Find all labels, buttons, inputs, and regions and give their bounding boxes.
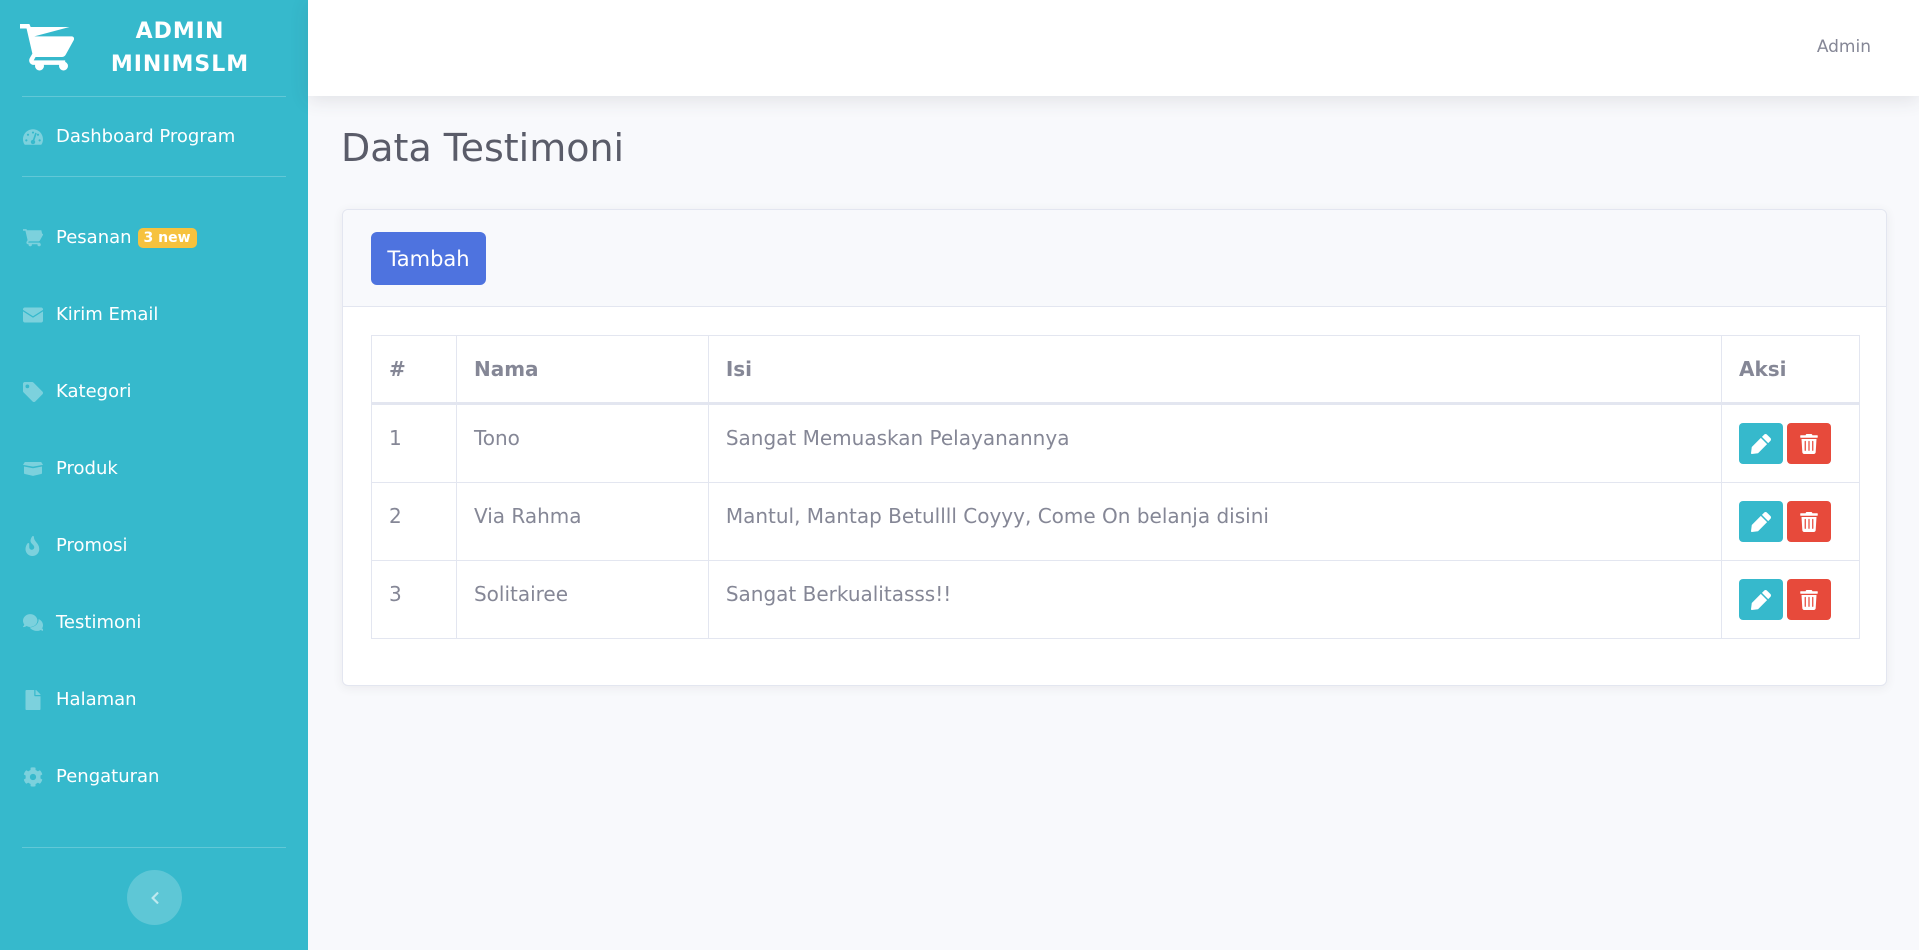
sidebar-item-testimoni[interactable]: Testimoni (0, 584, 308, 661)
new-orders-badge: 3 new (137, 227, 197, 248)
brand-line-1: ADMIN (135, 19, 225, 44)
box-icon (23, 459, 43, 479)
pencil-icon (1750, 433, 1771, 454)
tachometer-icon (23, 127, 43, 147)
column-header-isi: Isi (707, 335, 1722, 405)
testimoni-table: # Nama Isi Aksi 1 Tono Sangat Memuaskan … (371, 335, 1861, 639)
sidebar-item-produk[interactable]: Produk (0, 430, 308, 507)
sidebar-item-label: Kategori (56, 381, 132, 402)
cell-nama: Via Rahma (455, 482, 709, 561)
trash-icon (1800, 511, 1818, 532)
brand-line-2: MINIMSLM (110, 52, 250, 77)
edit-button[interactable] (1738, 423, 1783, 464)
pencil-icon (1750, 589, 1771, 610)
page-title: Data Testimoni (341, 126, 625, 170)
cell-nama: Tono (455, 403, 709, 483)
table-row: 1 Tono Sangat Memuaskan Pelayanannya (371, 403, 1861, 483)
add-button[interactable]: Tambah (371, 232, 486, 285)
cell-isi: Sangat Berkualitasss!! (707, 560, 1722, 639)
sidebar-item-label: Dashboard Program (56, 126, 236, 147)
tag-icon (23, 381, 43, 402)
comments-icon (23, 613, 43, 633)
sidebar-toggle-button[interactable] (127, 870, 182, 925)
sidebar-item-halaman[interactable]: Halaman (0, 661, 308, 738)
sidebar-item-label: Produk (56, 458, 118, 479)
sidebar-item-label: Testimoni (56, 612, 142, 633)
cell-isi: Sangat Memuaskan Pelayanannya (707, 403, 1722, 483)
card-header: Tambah (343, 210, 1886, 307)
trash-icon (1800, 589, 1818, 610)
topbar: Admin (308, 0, 1919, 96)
cell-actions (1720, 560, 1861, 639)
sidebar-item-promosi[interactable]: Promosi (0, 507, 308, 584)
cell-number: 1 (371, 403, 457, 483)
sidebar-item-pesanan[interactable]: Pesanan 3 new (0, 199, 308, 276)
sidebar-item-label: Promosi (56, 535, 128, 556)
edit-button[interactable] (1738, 579, 1783, 620)
cell-actions (1720, 403, 1861, 483)
cart-icon (23, 228, 43, 248)
envelope-icon (23, 305, 43, 325)
file-icon (23, 689, 43, 710)
table-header-row: # Nama Isi Aksi (371, 335, 1861, 405)
brand-name: ADMIN MINIMSLM (74, 15, 308, 81)
sidebar-item-label: Halaman (56, 689, 137, 710)
table-row: 2 Via Rahma Mantul, Mantap Betullll Coyy… (371, 482, 1861, 561)
fire-icon (23, 535, 43, 556)
chevron-left-icon (150, 891, 159, 904)
cell-isi: Mantul, Mantap Betullll Coyyy, Come On b… (707, 482, 1722, 561)
testimoni-card: Tambah # Nama Isi Aksi 1 Tono Sangat Mem… (342, 209, 1887, 686)
sidebar-item-kategori[interactable]: Kategori (0, 353, 308, 430)
sidebar-item-label: Pesanan (56, 227, 132, 248)
sidebar-divider (22, 847, 286, 848)
sidebar-item-label: Kirim Email (56, 304, 159, 325)
cell-number: 3 (371, 560, 457, 639)
delete-button[interactable] (1786, 501, 1831, 542)
sidebar-brand[interactable]: ADMIN MINIMSLM (0, 0, 308, 96)
pencil-icon (1750, 511, 1771, 532)
table-row: 3 Solitairee Sangat Berkualitasss!! (371, 560, 1861, 639)
edit-button[interactable] (1738, 501, 1783, 542)
trash-icon (1800, 433, 1818, 454)
cell-number: 2 (371, 482, 457, 561)
sidebar-item-dashboard[interactable]: Dashboard Program (0, 97, 308, 176)
sidebar-item-pengaturan[interactable]: Pengaturan (0, 738, 308, 815)
column-header-number: # (371, 335, 457, 405)
user-menu[interactable]: Admin (1817, 37, 1871, 57)
sidebar-item-label: Pengaturan (56, 766, 160, 787)
column-header-aksi: Aksi (1720, 335, 1861, 405)
cell-nama: Solitairee (455, 560, 709, 639)
cart-logo-icon (20, 24, 74, 71)
column-header-nama: Nama (455, 335, 709, 405)
cell-actions (1720, 482, 1861, 561)
gear-icon (23, 766, 43, 787)
delete-button[interactable] (1786, 423, 1831, 464)
sidebar: ADMIN MINIMSLM Dashboard Program Pesanan… (0, 0, 308, 950)
sidebar-item-kirim-email[interactable]: Kirim Email (0, 276, 308, 353)
delete-button[interactable] (1786, 579, 1831, 620)
